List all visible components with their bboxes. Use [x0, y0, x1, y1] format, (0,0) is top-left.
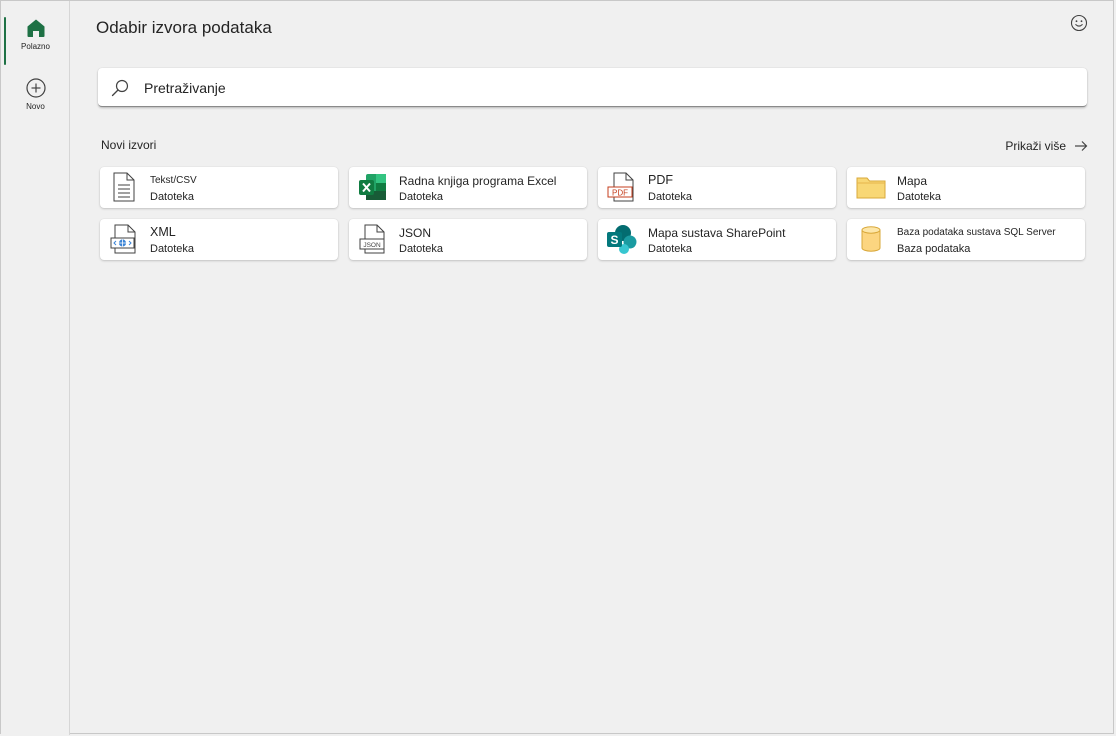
source-type: Datoteka [897, 191, 942, 203]
source-card-sharepoint[interactable]: S Mapa sustava SharePoint Datoteka [598, 219, 836, 260]
source-name: Radna knjiga programa Excel [399, 174, 557, 188]
source-type: Datoteka [150, 243, 195, 255]
svg-text:S: S [610, 233, 618, 247]
source-card-sql-server[interactable]: Baza podataka sustava SQL Server Baza po… [847, 219, 1085, 260]
source-name: Mapa [897, 174, 928, 188]
rail-new-label: Novo [26, 102, 45, 111]
search-icon [111, 79, 129, 97]
folder-icon [856, 177, 886, 199]
source-name: Mapa sustava SharePoint [648, 226, 786, 240]
show-more-link[interactable]: Prikaži više [1005, 139, 1088, 153]
add-circle-icon [25, 78, 46, 98]
pdf-icon: PDF [607, 172, 634, 202]
sharepoint-icon: S [607, 225, 637, 254]
source-type: Baza podataka [897, 243, 971, 255]
xml-file-icon [110, 224, 136, 254]
source-type: Datoteka [399, 243, 444, 255]
source-type: Datoteka [399, 191, 444, 203]
source-type: Datoteka [648, 243, 693, 255]
svg-text:PDF: PDF [612, 188, 628, 197]
source-type: Datoteka [648, 191, 693, 203]
smiley-feedback-icon[interactable] [1069, 13, 1089, 33]
database-icon [861, 226, 881, 252]
source-card-excel[interactable]: Radna knjiga programa Excel Datoteka [349, 167, 587, 208]
source-card-pdf[interactable]: PDF PDF Datoteka [598, 167, 836, 208]
search-box [98, 68, 1087, 107]
main-panel: Odabir izvora podataka Novi izvori Prika… [71, 1, 1113, 733]
svg-text:JSON: JSON [363, 242, 381, 249]
source-name: JSON [399, 226, 432, 240]
search-input[interactable] [142, 74, 1066, 102]
source-name: Baza podataka sustava SQL Server [897, 227, 1056, 238]
source-card-text-csv[interactable]: Tekst/CSV Datoteka [100, 167, 338, 208]
home-icon [27, 19, 44, 37]
app-window: Polazno Novo Odabir izvora podataka Pret… [0, 0, 1114, 735]
excel-icon [359, 174, 386, 200]
source-type: Datoteka [150, 191, 195, 203]
source-card-json[interactable]: JSON JSON Datoteka [349, 219, 587, 260]
show-more-label: Prikaži više [1005, 139, 1066, 153]
source-card-xml[interactable]: XML Datoteka [100, 219, 338, 260]
rail-item-new[interactable]: Novo [1, 77, 70, 125]
rail-item-home[interactable]: Polazno [1, 17, 70, 65]
section-title: Novi izvori [101, 138, 157, 152]
page-title: Odabir izvora podataka [96, 18, 272, 37]
source-name: XML [150, 225, 176, 239]
rail-home-label: Polazno [21, 42, 50, 51]
source-card-folder[interactable]: Mapa Datoteka [847, 167, 1085, 208]
arrow-right-icon [1075, 141, 1088, 151]
source-name: Tekst/CSV [150, 175, 197, 186]
text-file-icon [113, 172, 135, 202]
left-rail: Polazno Novo [1, 1, 70, 735]
json-file-icon: JSON [359, 224, 385, 254]
source-name: PDF [648, 173, 673, 187]
